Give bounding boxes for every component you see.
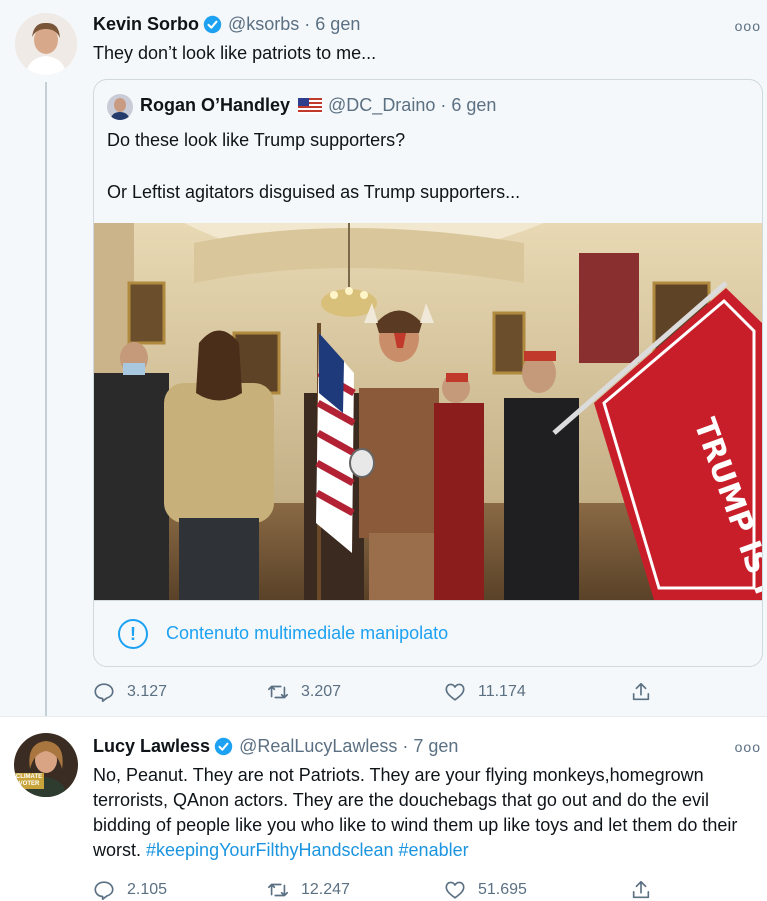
hashtag-link[interactable]: #enabler xyxy=(399,840,469,860)
quoted-text-line-2: Or Leftist agitators disguised as Trump … xyxy=(107,182,521,202)
reply-action[interactable]: 2.105 xyxy=(93,879,167,901)
climate-voter-badge: CLIMATE VOTER xyxy=(15,774,43,787)
more-options-icon[interactable]: ooo xyxy=(735,18,761,34)
reply-count: 2.105 xyxy=(127,881,168,898)
alert-icon: ! xyxy=(118,619,148,649)
share-icon xyxy=(632,682,650,701)
avatar-kevin-sorbo[interactable] xyxy=(15,13,77,75)
tweet-lucy-lawless[interactable]: CLIMATE VOTER Lucy Lawless @RealLucyLawl… xyxy=(0,716,767,901)
quoted-text-line-1: Do these look like Trump supporters? xyxy=(107,130,406,150)
retweet-icon xyxy=(268,685,288,699)
like-action[interactable]: 51.695 xyxy=(444,879,527,901)
retweet-count: 3.207 xyxy=(301,683,342,700)
like-count: 51.695 xyxy=(478,881,527,898)
handle-and-date[interactable]: @ksorbs · 6 gen xyxy=(228,14,360,35)
quoted-handle-and-date: @DC_Draino · 6 gen xyxy=(328,95,497,115)
reply-count: 3.127 xyxy=(127,683,168,700)
manipulated-media-notice[interactable]: ! Contenuto multimediale manipolato xyxy=(94,600,762,666)
avatar-rogan xyxy=(107,94,133,120)
handle-and-date[interactable]: @RealLucyLawless · 7 gen xyxy=(239,736,458,757)
more-options-icon[interactable]: ooo xyxy=(735,739,761,755)
like-count: 11.174 xyxy=(478,683,526,700)
retweet-icon xyxy=(268,883,288,897)
display-name[interactable]: Lucy Lawless xyxy=(93,736,210,757)
quoted-display-name: Rogan O’Handley xyxy=(140,95,291,115)
quoted-photo[interactable]: TRUMP IS MY PRESIDENT xyxy=(94,223,762,600)
tweet-kevin-sorbo[interactable]: Kevin Sorbo @ksorbs · 6 gen ooo They don… xyxy=(0,0,767,716)
manipulated-media-label[interactable]: Contenuto multimediale manipolato xyxy=(166,623,448,644)
us-flag-icon xyxy=(298,97,323,114)
reply-action[interactable]: 3.127 xyxy=(93,681,167,703)
tweet-header: Kevin Sorbo @ksorbs · 6 gen xyxy=(93,14,360,35)
thread-line xyxy=(45,82,47,716)
verified-badge-icon xyxy=(203,15,222,34)
like-action[interactable]: 11.174 xyxy=(444,681,526,703)
display-name[interactable]: Kevin Sorbo xyxy=(93,14,199,35)
quoted-tweet-header: Rogan O’Handley @DC_Draino · 6 gen xyxy=(140,95,496,116)
quoted-tweet[interactable]: Rogan O’Handley @DC_Draino · 6 gen Do th… xyxy=(93,79,763,667)
reply-icon xyxy=(94,881,114,900)
retweet-action[interactable]: 12.247 xyxy=(267,879,350,901)
hashtag-link[interactable]: #keepingYourFilthyHandsclean xyxy=(146,840,394,860)
tweet-header: Lucy Lawless @RealLucyLawless · 7 gen xyxy=(93,736,458,757)
retweet-action[interactable]: 3.207 xyxy=(267,681,341,703)
tweet-text: No, Peanut. They are not Patriots. They … xyxy=(93,763,761,863)
tweet-actions: 2.105 12.247 51.695 xyxy=(0,877,767,901)
like-icon xyxy=(445,881,465,899)
tweet-actions: 3.127 3.207 11.174 xyxy=(0,679,767,705)
share-icon xyxy=(632,880,650,899)
verified-badge-icon xyxy=(214,737,233,756)
retweet-count: 12.247 xyxy=(301,881,350,898)
reply-icon xyxy=(94,683,114,702)
avatar-lucy-lawless[interactable]: CLIMATE VOTER xyxy=(14,733,78,797)
share-action[interactable] xyxy=(630,879,664,901)
tweet-text: They don’t look like patriots to me... xyxy=(93,43,377,63)
share-action[interactable] xyxy=(630,681,664,703)
like-icon xyxy=(445,683,465,701)
